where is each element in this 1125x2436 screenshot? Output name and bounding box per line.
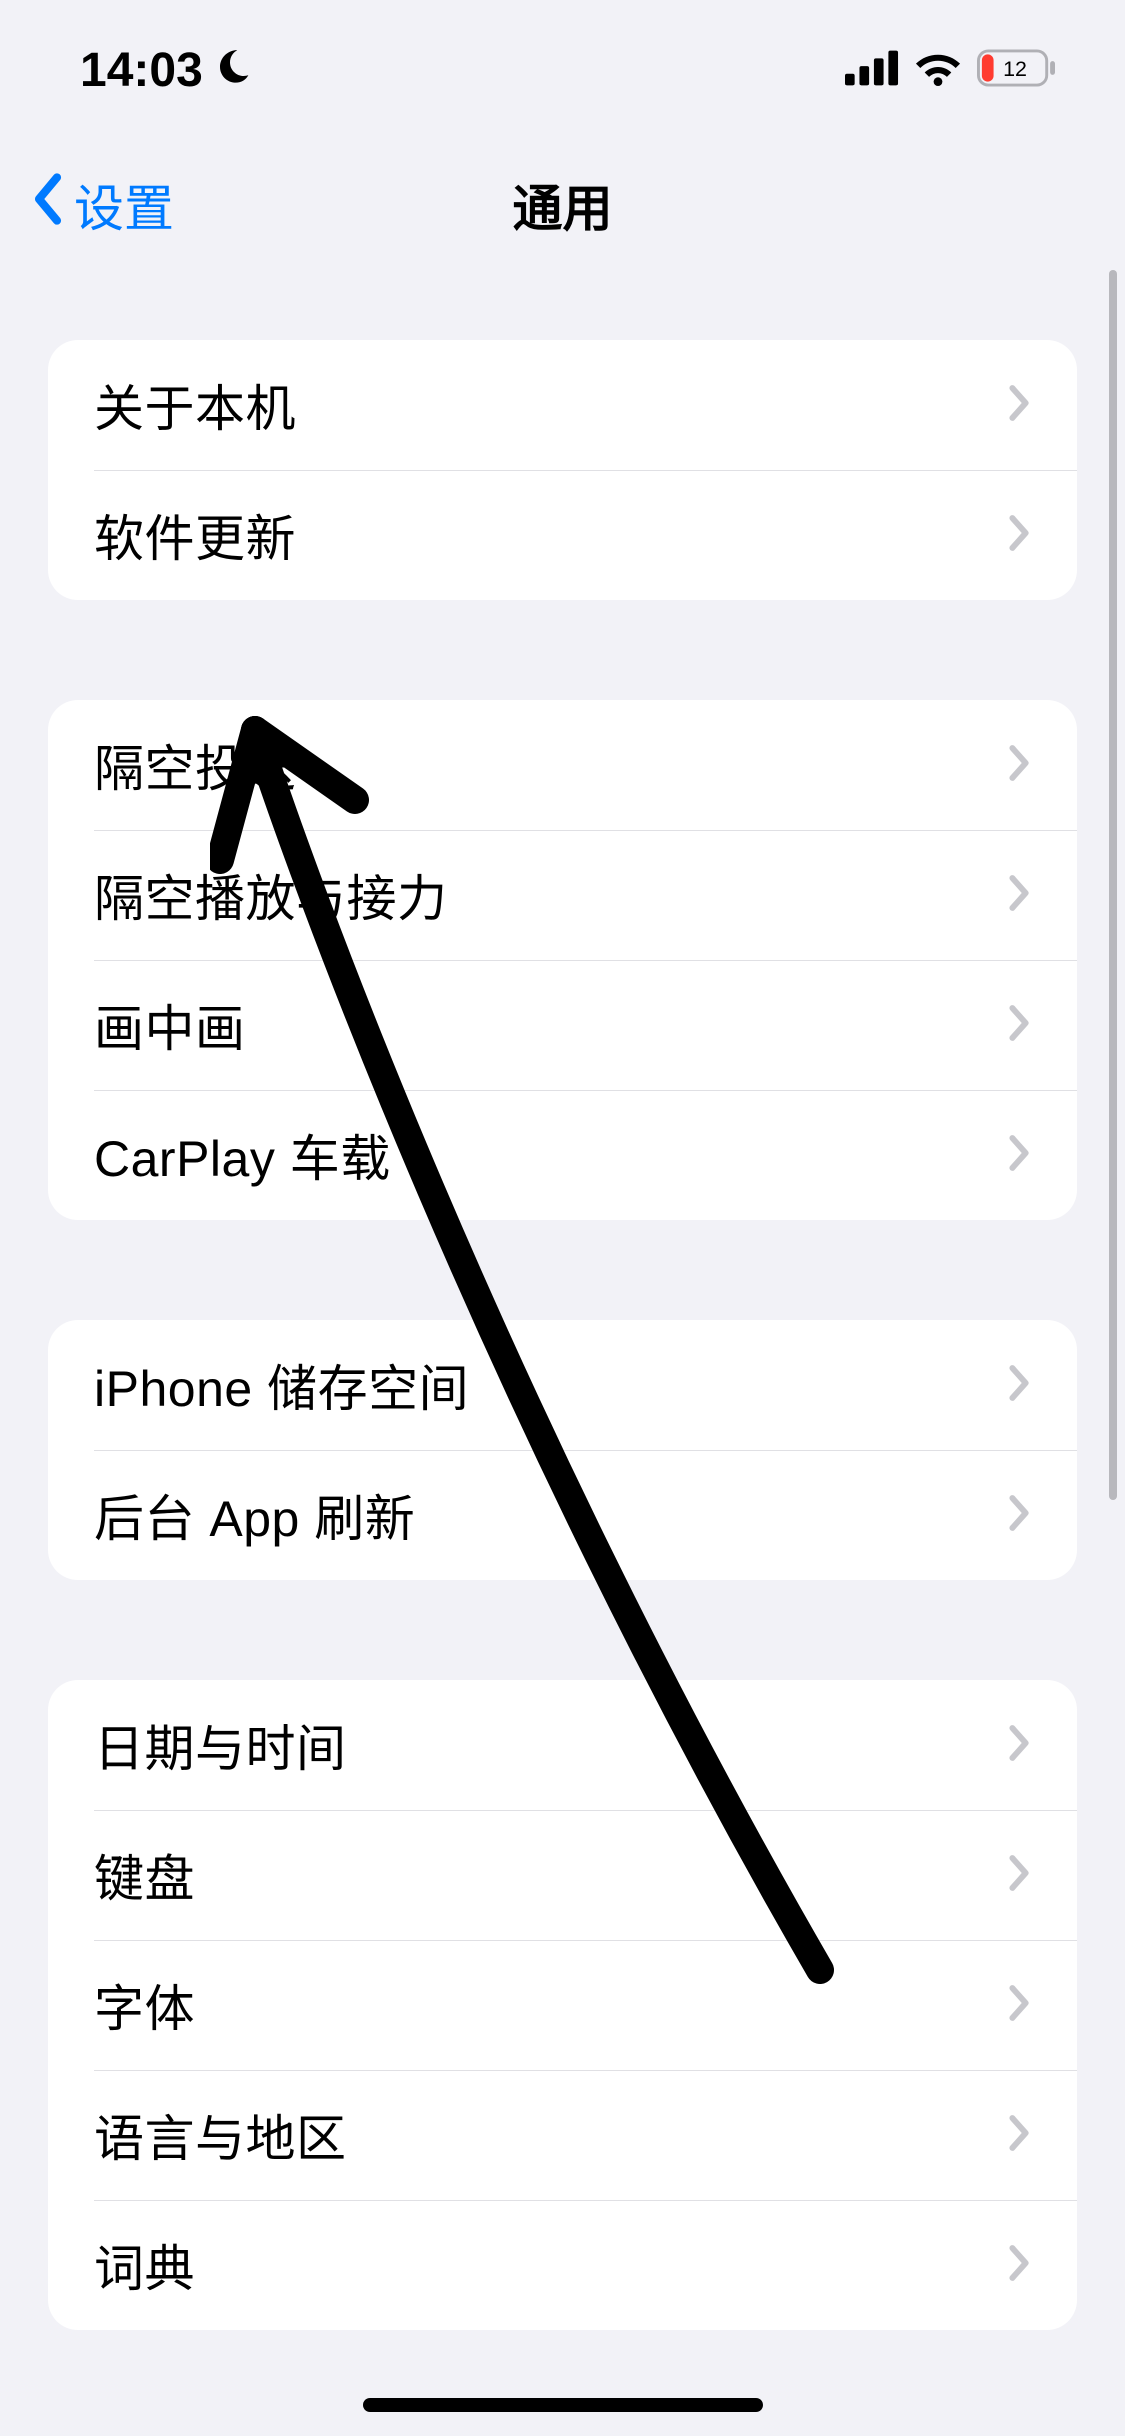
row-language-region[interactable]: 语言与地区 [48, 2070, 1077, 2200]
row-label: 后台 App 刷新 [94, 1479, 415, 1551]
row-pip[interactable]: 画中画 [48, 960, 1077, 1090]
row-label: 软件更新 [94, 499, 296, 571]
chevron-right-icon [1007, 1003, 1031, 1048]
battery-icon: 12 [977, 49, 1055, 92]
row-label: 语言与地区 [94, 2099, 347, 2171]
row-fonts[interactable]: 字体 [48, 1940, 1077, 2070]
chevron-right-icon [1007, 873, 1031, 918]
settings-content: 关于本机软件更新隔空投送隔空播放与接力画中画 CarPlay 车载 iPhone 储… [0, 340, 1125, 2330]
status-time: 14:03 [80, 43, 203, 98]
do-not-disturb-icon [215, 43, 255, 98]
row-label: 词典 [94, 2229, 195, 2301]
row-airdrop[interactable]: 隔空投送 [48, 700, 1077, 830]
chevron-right-icon [1007, 1133, 1031, 1178]
nav-header: 设置 通用 [0, 140, 1125, 270]
row-airplay-handoff[interactable]: 隔空播放与接力 [48, 830, 1077, 960]
row-label: 隔空播放与接力 [94, 859, 448, 931]
cellular-signal-icon [845, 50, 899, 91]
row-label: 字体 [94, 1969, 195, 2041]
chevron-left-icon [30, 172, 66, 238]
back-label: 设置 [74, 169, 174, 241]
chevron-right-icon [1007, 2113, 1031, 2158]
home-indicator[interactable] [363, 2398, 763, 2412]
row-label: iPhone 储存空间 [94, 1349, 469, 1421]
row-label: 隔空投送 [94, 729, 296, 801]
back-button[interactable]: 设置 [30, 169, 174, 241]
group-storage: iPhone 储存空间后台 App 刷新 [48, 1320, 1077, 1580]
status-right: 12 [845, 49, 1055, 92]
row-iphone-storage[interactable]: iPhone 储存空间 [48, 1320, 1077, 1450]
group-about: 关于本机软件更新 [48, 340, 1077, 600]
row-keyboard[interactable]: 键盘 [48, 1810, 1077, 1940]
wifi-icon [913, 49, 963, 92]
chevron-right-icon [1007, 1363, 1031, 1408]
chevron-right-icon [1007, 1853, 1031, 1898]
group-connectivity: 隔空投送隔空播放与接力画中画 CarPlay 车载 [48, 700, 1077, 1220]
row-software-update[interactable]: 软件更新 [48, 470, 1077, 600]
row-label: 关于本机 [94, 369, 296, 441]
row-carplay[interactable]: CarPlay 车载 [48, 1090, 1077, 1220]
row-date-time[interactable]: 日期与时间 [48, 1680, 1077, 1810]
scroll-indicator[interactable] [1109, 270, 1117, 1500]
row-background-refresh[interactable]: 后台 App 刷新 [48, 1450, 1077, 1580]
row-label: CarPlay 车载 [94, 1119, 391, 1191]
row-about[interactable]: 关于本机 [48, 340, 1077, 470]
chevron-right-icon [1007, 513, 1031, 558]
chevron-right-icon [1007, 2243, 1031, 2288]
chevron-right-icon [1007, 1723, 1031, 1768]
chevron-right-icon [1007, 743, 1031, 788]
battery-percent-text: 12 [1003, 56, 1027, 80]
row-label: 日期与时间 [94, 1709, 347, 1781]
chevron-right-icon [1007, 383, 1031, 428]
chevron-right-icon [1007, 1983, 1031, 2028]
row-dictionary[interactable]: 词典 [48, 2200, 1077, 2330]
status-bar: 14:03 12 [0, 0, 1125, 140]
status-left: 14:03 [80, 43, 255, 98]
group-locale: 日期与时间键盘字体语言与地区词典 [48, 1680, 1077, 2330]
row-label: 键盘 [94, 1839, 195, 1911]
row-label: 画中画 [94, 989, 246, 1061]
chevron-right-icon [1007, 1493, 1031, 1538]
